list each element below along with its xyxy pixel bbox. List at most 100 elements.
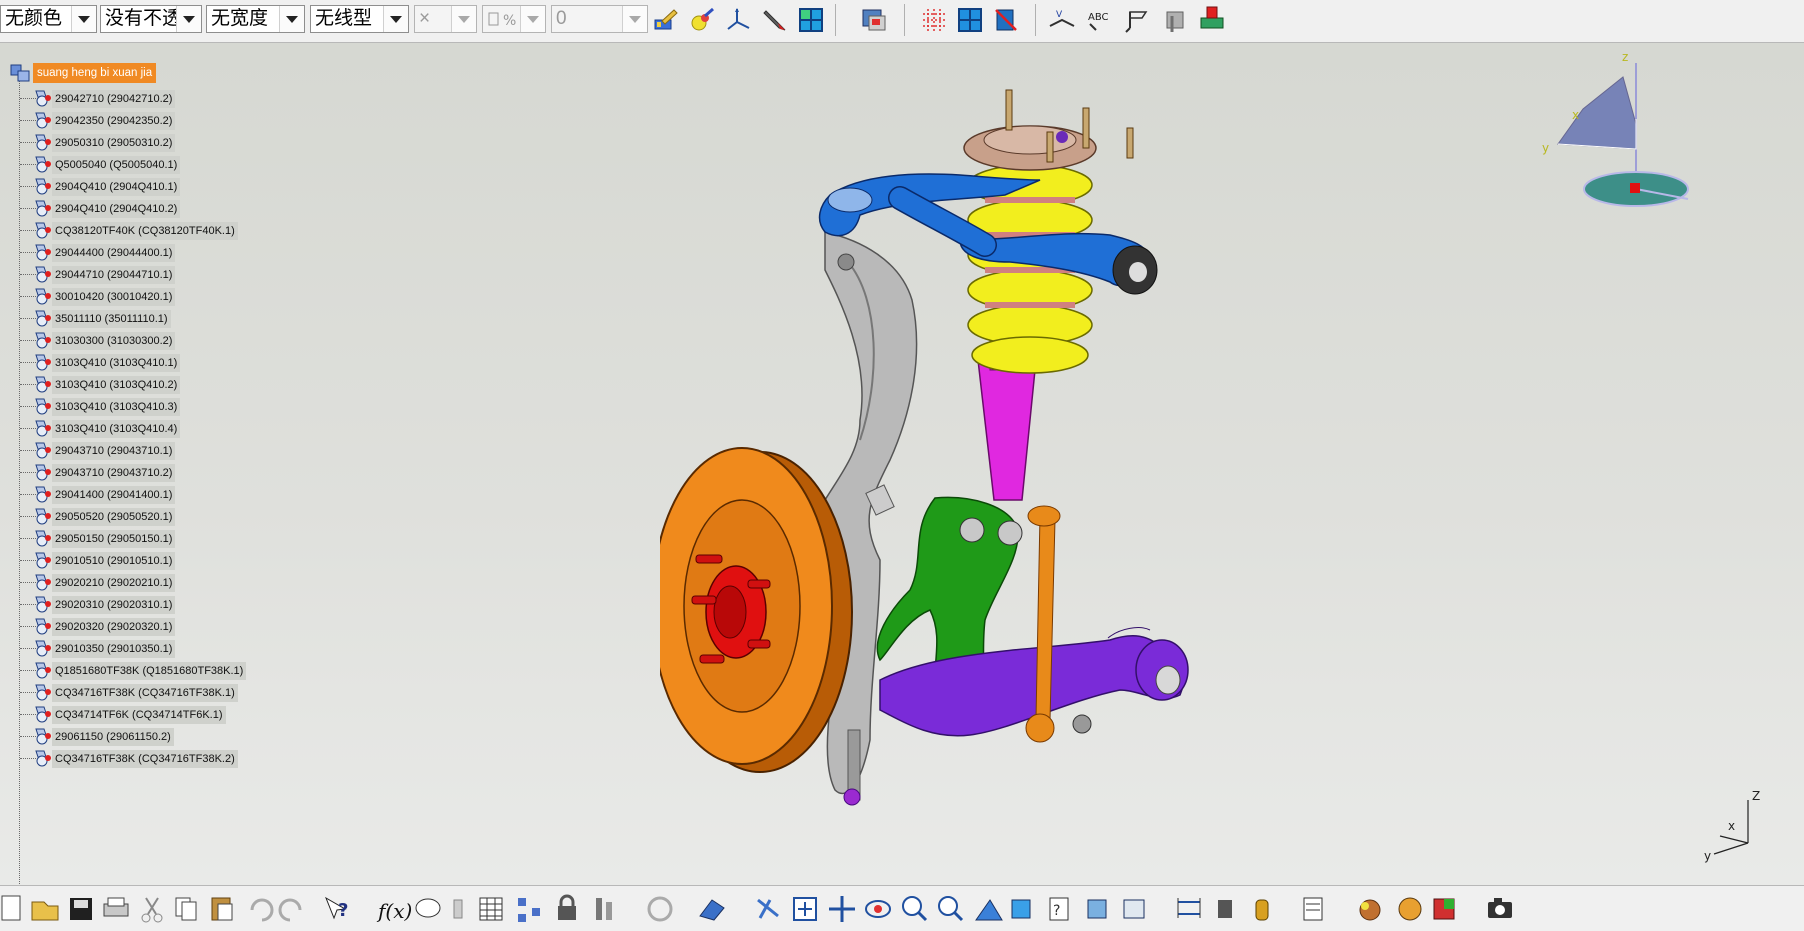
tree-item-label: 29020210 (29020210.1) — [52, 574, 176, 592]
parameters-icon[interactable] — [596, 898, 612, 920]
point-symbol-select[interactable]: × — [414, 5, 477, 33]
compass-widget[interactable]: z x y — [1528, 49, 1698, 249]
plane-grid-icon[interactable] — [956, 6, 984, 34]
print-icon[interactable] — [103, 897, 129, 917]
tree-item-label: 3103Q410 (3103Q410.2) — [52, 376, 181, 394]
tree-item-label: Q1851680TF38K (Q1851680TF38K.1) — [52, 662, 247, 680]
tree-item-label: 29042350 (29042350.2) — [52, 112, 176, 130]
copy-icon[interactable] — [175, 897, 197, 921]
save-icon[interactable] — [70, 898, 92, 920]
zoom-out-icon[interactable] — [938, 896, 964, 922]
zoom-in-icon[interactable] — [902, 896, 928, 922]
measure-inertia-icon[interactable] — [1255, 899, 1269, 921]
texture-icon[interactable] — [1433, 898, 1455, 920]
rotate-icon[interactable] — [865, 900, 891, 918]
measure-item-icon[interactable] — [1218, 900, 1232, 918]
rendering-style-select[interactable]: % — [482, 5, 546, 33]
color-select[interactable]: 无颜色 — [0, 5, 97, 33]
chevron-down-icon[interactable] — [451, 6, 476, 32]
3d-annotation-icon[interactable] — [1162, 6, 1190, 34]
fit-all-icon[interactable] — [793, 897, 817, 921]
chevron-down-icon[interactable] — [176, 6, 201, 32]
new-document-icon[interactable] — [1, 895, 21, 921]
tree-connector — [19, 73, 20, 885]
standard-toolbar-icons: ? f(x) ? — [1, 894, 1381, 923]
chevron-down-icon[interactable] — [383, 6, 408, 32]
pan-icon[interactable] — [829, 896, 855, 922]
formula-icon[interactable]: f(x) — [376, 899, 412, 923]
flag-note-icon[interactable] — [1124, 6, 1152, 34]
tree-item-label: 3103Q410 (3103Q410.1) — [52, 354, 181, 372]
measure-icon[interactable] — [1198, 4, 1226, 32]
tree-item-label: 3103Q410 (3103Q410.4) — [52, 420, 181, 438]
apply-material-icon[interactable] — [689, 6, 717, 34]
text-icon[interactable]: ABC — [1086, 6, 1114, 34]
catalog-browser-icon[interactable] — [1303, 897, 1323, 921]
normal-view-icon[interactable] — [975, 899, 1003, 921]
iso-view-icon[interactable] — [1011, 899, 1031, 919]
redo-icon[interactable] — [278, 898, 302, 922]
tree-item-label: 2904Q410 (2904Q410.1) — [52, 178, 181, 196]
open-folder-icon[interactable] — [31, 901, 59, 921]
measure-between-icon[interactable] — [1177, 898, 1201, 918]
tree-structure-icon[interactable] — [518, 898, 540, 922]
tree-item-label: 29044400 (29044400.1) — [52, 244, 176, 262]
paint-brush-icon[interactable] — [652, 6, 680, 34]
update-icon[interactable] — [647, 896, 673, 922]
dimension-icon[interactable]: V — [1048, 6, 1076, 34]
snap-grid-icon[interactable] — [920, 6, 948, 34]
chevron-down-icon[interactable] — [520, 6, 545, 32]
tree-item-label: 29010350 (29010350.1) — [52, 640, 176, 658]
svg-text:?: ? — [338, 900, 348, 921]
tree-item-label: 3103Q410 (3103Q410.3) — [52, 398, 181, 416]
swap-visible-icon[interactable] — [1087, 899, 1107, 919]
3d-viewport[interactable]: suang heng bi xuan jia 29042710 (2904271… — [0, 43, 1804, 885]
properties-toolbar: 无颜色 没有不透 无宽度 无线型 × % 0 V ABC — [0, 0, 1804, 43]
axis-z-label: Z — [1752, 789, 1760, 803]
tree-item-label: 2904Q410 (2904Q410.2) — [52, 200, 181, 218]
catalog-icon[interactable] — [860, 6, 888, 34]
tree-root-label[interactable]: suang heng bi xuan jia — [33, 63, 157, 83]
transparency-select[interactable]: 没有不透 — [100, 5, 202, 33]
lock-icon[interactable] — [558, 894, 576, 920]
paste-icon[interactable] — [211, 897, 233, 921]
tree-item-label: 29020320 (29020320.1) — [52, 618, 176, 636]
table-icon[interactable] — [479, 897, 503, 921]
shading-icon[interactable] — [1123, 899, 1145, 919]
tree-item-label: 29050310 (29050310.2) — [52, 134, 176, 152]
chevron-down-icon[interactable] — [279, 6, 304, 32]
chevron-down-icon[interactable] — [622, 6, 647, 32]
suspension-assembly-model[interactable] — [660, 73, 1220, 863]
compass-z-label: z — [1622, 50, 1628, 64]
axis-x-label: x — [1728, 819, 1735, 833]
axis-y-label: y — [1704, 849, 1711, 863]
rendering-style-icon: % — [488, 12, 516, 29]
linetype-select[interactable]: 无线型 — [310, 5, 409, 33]
chevron-down-icon[interactable] — [71, 6, 96, 32]
knowledge-icon[interactable] — [453, 899, 463, 919]
hide-show-icon[interactable]: ? — [1049, 897, 1069, 921]
tree-item-label: Q5005040 (Q5005040.1) — [52, 156, 181, 174]
product-icon — [10, 64, 30, 82]
apply-material-bottom-icon[interactable] — [1359, 899, 1381, 921]
tree-item-label: 29043710 (29043710.2) — [52, 464, 176, 482]
layer-select[interactable]: 0 — [551, 5, 648, 33]
tree-item-label: 31030300 (31030300.2) — [52, 332, 176, 350]
pencil-icon[interactable] — [761, 6, 789, 34]
camera-icon[interactable] — [1484, 892, 1518, 926]
linewidth-select[interactable]: 无宽度 — [206, 5, 305, 33]
tree-item-label: CQ34714TF6K (CQ34714TF6K.1) — [52, 706, 226, 724]
fly-mode-icon[interactable] — [757, 898, 779, 919]
tree-item-label: 30010420 (30010420.1) — [52, 288, 176, 306]
tree-item-label: 29010510 (29010510.1) — [52, 552, 176, 570]
help-icon[interactable]: ? — [324, 896, 348, 921]
svg-text:f(x): f(x) — [376, 899, 412, 923]
axis-system-icon[interactable] — [725, 6, 753, 34]
render-icon[interactable] — [1398, 897, 1422, 921]
cut-icon[interactable] — [141, 897, 163, 923]
filter-icon[interactable] — [992, 6, 1020, 34]
grid-view-icon[interactable] — [797, 6, 825, 34]
undo-icon[interactable] — [250, 898, 274, 922]
eraser-icon[interactable] — [699, 899, 725, 921]
comment-icon[interactable] — [415, 898, 441, 918]
